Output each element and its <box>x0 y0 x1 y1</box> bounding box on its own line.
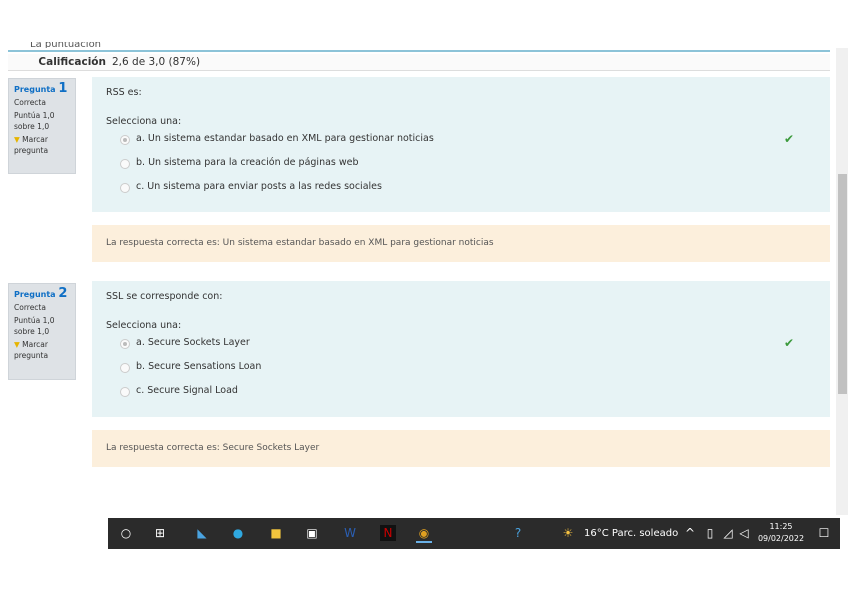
flag-icon: ▼ <box>14 340 20 349</box>
battery-icon: ▯ <box>706 526 714 540</box>
option-label: a. Secure Sockets Layer <box>136 337 250 348</box>
answer-option[interactable]: b. Un sistema para la creación de página… <box>114 155 816 179</box>
store-icon[interactable]: ▣ <box>304 525 320 541</box>
radio-button[interactable] <box>120 135 130 145</box>
volume-icon[interactable]: ◁ <box>736 525 752 541</box>
question-label: Pregunta <box>14 290 56 299</box>
chevron-up-icon[interactable]: ^ <box>682 525 698 541</box>
question-1-feedback: La respuesta correcta es: Un sistema est… <box>92 225 830 262</box>
option-label: a. Un sistema estandar basado en XML par… <box>136 133 434 144</box>
option-label: b. Secure Sensations Loan <box>136 361 262 372</box>
flag-icon: ▼ <box>14 135 20 144</box>
flag-question-link[interactable]: ▼ Marcar pregunta <box>14 339 70 361</box>
answer-option[interactable]: a. Secure Sockets Layer ✔ <box>114 335 816 359</box>
question-text: RSS es: <box>106 87 142 98</box>
wifi-icon[interactable]: ◿ <box>720 525 736 541</box>
radio-button[interactable] <box>120 183 130 193</box>
scrollbar-thumb[interactable] <box>838 174 847 394</box>
question-text: SSL se corresponde con: <box>106 291 223 302</box>
chrome-icon[interactable]: ◉ <box>416 525 432 543</box>
option-label: c. Un sistema para enviar posts a las re… <box>136 181 382 192</box>
taskbar: ○ ⊞ ◣ ● ■ ▣ W N ◉ ? ☀ 16°C Parc. soleado… <box>108 518 840 549</box>
clock[interactable]: 11:25 09/02/2022 <box>756 521 806 545</box>
grade-value: 2,6 de 3,0 (87%) <box>112 56 201 68</box>
task-view-icon[interactable]: ⊞ <box>152 525 168 541</box>
question-score: Puntúa 1,0 sobre 1,0 <box>14 316 55 336</box>
file-explorer-icon[interactable]: ■ <box>268 525 284 541</box>
question-2-content: SSL se corresponde con: Selecciona una: … <box>92 281 830 417</box>
app-icon[interactable]: ◣ <box>194 525 210 541</box>
checkmark-icon: ✔ <box>783 132 794 146</box>
radio-button[interactable] <box>120 387 130 397</box>
netflix-icon[interactable]: N <box>380 525 396 541</box>
question-2-feedback: La respuesta correcta es: Secure Sockets… <box>92 430 830 467</box>
flag-question-link[interactable]: ▼ Marcar pregunta <box>14 134 70 156</box>
edge-icon[interactable]: ● <box>230 525 246 541</box>
question-1-content: RSS es: Selecciona una: a. Un sistema es… <box>92 77 830 212</box>
date: 09/02/2022 <box>757 534 805 543</box>
word-icon[interactable]: W <box>342 525 358 541</box>
grade-label: Calificación <box>38 56 106 68</box>
answer-option[interactable]: c. Un sistema para enviar posts a las re… <box>114 179 816 203</box>
answer-prompt: Selecciona una: <box>106 116 182 127</box>
radio-button[interactable] <box>120 159 130 169</box>
score-row-cut: La puntuación <box>30 42 102 48</box>
radio-button[interactable] <box>120 339 130 349</box>
answer-option[interactable]: b. Secure Sensations Loan <box>114 359 816 383</box>
question-status: Correcta <box>14 98 46 107</box>
option-label: b. Un sistema para la creación de página… <box>136 157 359 168</box>
time: 11:25 <box>769 522 793 531</box>
flag-label: Marcar pregunta <box>14 340 49 360</box>
divider <box>8 50 830 52</box>
question-2-info: Pregunta 2 Correcta Puntúa 1,0 sobre 1,0… <box>8 283 76 380</box>
help-icon[interactable]: ? <box>510 525 526 541</box>
checkmark-icon: ✔ <box>783 336 794 350</box>
question-number: 2 <box>58 286 68 301</box>
question-label: Pregunta <box>14 85 56 94</box>
answer-prompt: Selecciona una: <box>106 320 182 331</box>
question-score: Puntúa 1,0 sobre 1,0 <box>14 111 55 131</box>
question-number: 1 <box>58 81 68 96</box>
flag-label: Marcar pregunta <box>14 135 49 155</box>
answer-option[interactable]: c. Secure Signal Load <box>114 383 816 407</box>
search-icon[interactable]: ○ <box>118 525 134 541</box>
option-label: c. Secure Signal Load <box>136 385 238 396</box>
grade-row: Calificación 2,6 de 3,0 (87%) <box>8 54 830 71</box>
radio-button[interactable] <box>120 363 130 373</box>
notifications-icon[interactable]: ☐ <box>816 525 832 541</box>
weather-text[interactable]: 16°C Parc. soleado <box>584 528 678 539</box>
question-status: Correcta <box>14 303 46 312</box>
weather-icon[interactable]: ☀ <box>560 525 576 541</box>
question-1-info: Pregunta 1 Correcta Puntúa 1,0 sobre 1,0… <box>8 78 76 174</box>
answer-option[interactable]: a. Un sistema estandar basado en XML par… <box>114 131 816 155</box>
